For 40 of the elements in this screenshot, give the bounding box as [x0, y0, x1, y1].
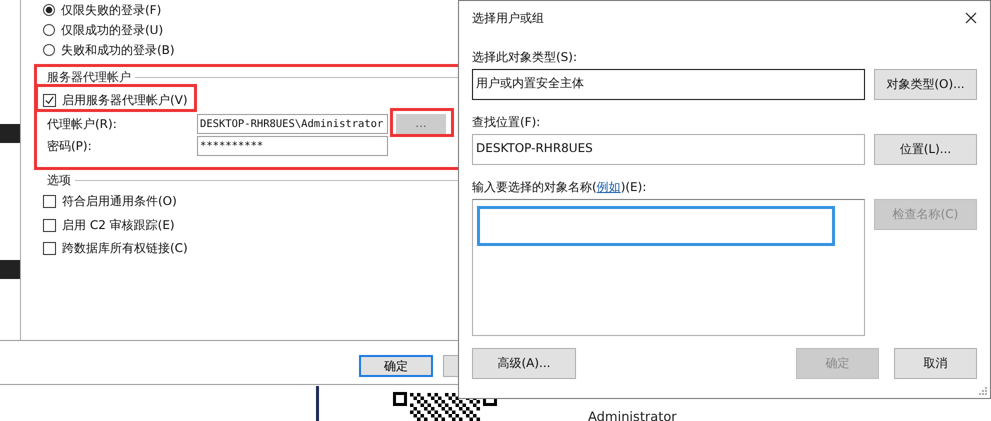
advanced-button[interactable]: 高级(A)...	[472, 348, 576, 379]
password-field[interactable]: **********	[197, 136, 388, 156]
location-field: DESKTOP-RHR8UES	[472, 134, 865, 165]
account-field[interactable]: DESKTOP-RHR8UES\Administrator	[197, 114, 388, 134]
examples-link[interactable]: 例如	[596, 180, 621, 194]
dialog-title: 选择用户或组	[472, 10, 544, 26]
close-icon[interactable]	[965, 12, 977, 24]
cancel-button[interactable]: 取消	[894, 348, 977, 379]
object-names-field[interactable]	[472, 199, 865, 336]
radio-label: 失败和成功的登录(B)	[61, 42, 175, 58]
radio-button[interactable]	[43, 44, 55, 56]
field-label: )(E):	[620, 180, 646, 194]
resize-grip-icon[interactable]	[978, 386, 988, 396]
object-type-button[interactable]: 对象类型(O)...	[874, 69, 977, 100]
field-label: 输入要选择的对象名称(	[472, 180, 597, 194]
window-edge	[316, 386, 319, 421]
field-label: 选择此对象类型(S):	[472, 49, 578, 66]
checkbox-label: 符合启用通用条件(O)	[62, 193, 177, 210]
checkbox[interactable]	[43, 218, 56, 232]
group-title: 服务器代理帐户	[47, 68, 131, 86]
checkbox[interactable]	[43, 195, 56, 208]
group-title: 选项	[47, 172, 71, 188]
user-name: Administrator	[588, 410, 677, 421]
window-edge	[0, 124, 20, 143]
radio-button[interactable]	[43, 24, 55, 36]
field-label: 代理帐户(R):	[46, 116, 118, 132]
radio-button[interactable]	[43, 4, 55, 16]
window-edge	[0, 260, 20, 279]
checkbox-label: 启用服务器代理帐户(V)	[62, 92, 188, 108]
checkbox[interactable]	[43, 242, 56, 256]
field-label: 查找位置(F):	[472, 114, 542, 131]
checkbox-label: 启用 C2 审核跟踪(E)	[62, 216, 175, 234]
checkbox[interactable]	[43, 94, 56, 106]
radio-label: 仅限失败的登录(F)	[61, 2, 162, 18]
radio-label: 仅限成功的登录(U)	[61, 22, 164, 38]
checkbox-label: 跨数据库所有权链接(C)	[62, 240, 188, 258]
ok-button[interactable]: 确定	[359, 355, 433, 377]
location-button[interactable]: 位置(L)...	[874, 134, 977, 165]
field-label: 密码(P):	[46, 138, 93, 154]
object-type-field: 用户或内置安全主体	[472, 69, 865, 100]
